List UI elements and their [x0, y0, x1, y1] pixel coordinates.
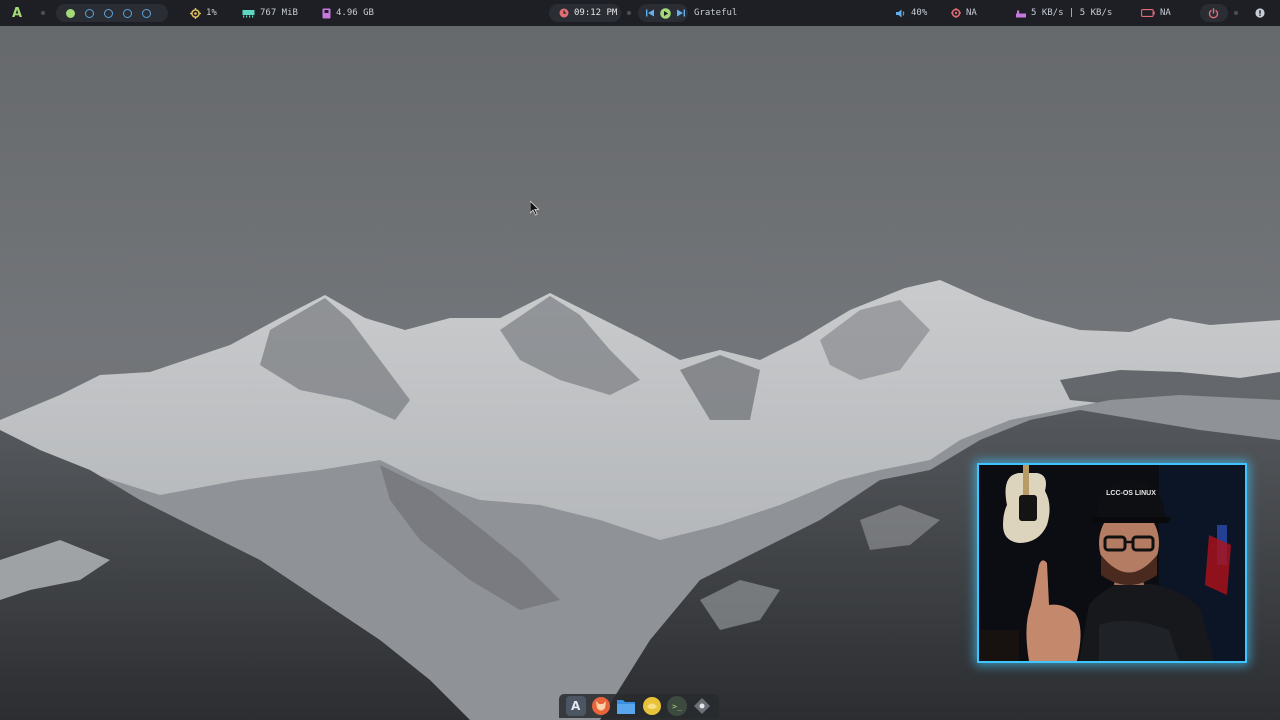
- top-panel: A 1% 767 MiB 4.96 GB 09:12 PM Grateful 4…: [0, 0, 1280, 26]
- network-speed-value: 5 KB/s | 5 KB/s: [1031, 8, 1113, 18]
- media-controls: [646, 0, 685, 26]
- separator-dot: [1234, 11, 1238, 15]
- battery-value: NA: [1160, 8, 1171, 18]
- cap-logo-text: LCC-OS LINUX: [1106, 490, 1156, 497]
- archcraft-logo-icon: A: [571, 699, 581, 713]
- folder-icon: [617, 700, 636, 714]
- disk-module[interactable]: 4.96 GB: [322, 0, 374, 26]
- presenter-video-feed: LCC-OS LINUX: [979, 465, 1245, 661]
- application-dock: A >_: [559, 694, 719, 718]
- memory-usage-value: 767 MiB: [260, 8, 298, 18]
- cpu-usage-value: 1%: [206, 8, 217, 18]
- archcraft-logo-icon: A: [12, 5, 23, 21]
- workspace-4-indicator[interactable]: [123, 8, 132, 18]
- volume-icon: [896, 9, 906, 18]
- firefox-icon: [591, 697, 610, 715]
- dock-app-settings[interactable]: [692, 696, 712, 716]
- tray-icon: [1255, 8, 1265, 18]
- next-track-icon[interactable]: [677, 9, 685, 17]
- dock-app-firefox[interactable]: [591, 696, 611, 716]
- volume-value: 40%: [911, 8, 928, 18]
- clock-time: 09:12 PM: [574, 8, 618, 18]
- network-icon: [951, 8, 961, 18]
- dock-app-terminal[interactable]: >_: [666, 696, 687, 716]
- media-track-title: Grateful: [694, 8, 738, 18]
- network-status-value: NA: [966, 8, 977, 18]
- media-title-module[interactable]: Grateful: [694, 0, 737, 26]
- workspace-5-indicator[interactable]: [142, 8, 151, 18]
- terminal-icon: >_: [672, 701, 682, 711]
- workspace-3-indicator[interactable]: [104, 8, 113, 18]
- network-module[interactable]: NA: [951, 0, 977, 26]
- settings-icon: [694, 698, 711, 714]
- app-yellow-icon: [642, 697, 661, 715]
- clock-module[interactable]: 09:12 PM: [559, 0, 617, 26]
- cpu-module[interactable]: 1%: [190, 0, 217, 26]
- mouse-cursor: [529, 200, 540, 220]
- memory-module[interactable]: 767 MiB: [242, 0, 298, 26]
- dock-app-launcher[interactable]: A: [565, 696, 586, 716]
- dock-app-yellow[interactable]: [642, 696, 662, 716]
- upload-icon: [1016, 9, 1026, 18]
- power-button[interactable]: [1208, 0, 1219, 26]
- play-icon[interactable]: [660, 7, 671, 19]
- memory-icon: [242, 9, 255, 18]
- volume-module[interactable]: 40%: [896, 0, 927, 26]
- battery-icon: [1141, 9, 1155, 17]
- separator-dot: [627, 11, 631, 15]
- workspace-1-indicator[interactable]: [66, 8, 75, 18]
- disk-usage-value: 4.96 GB: [336, 8, 374, 18]
- workspace-2-indicator[interactable]: [85, 8, 94, 18]
- system-tray-button[interactable]: [1255, 0, 1265, 26]
- battery-module[interactable]: NA: [1141, 0, 1171, 26]
- clock-icon: [559, 8, 569, 18]
- webcam-overlay: LCC-OS LINUX: [977, 463, 1247, 663]
- network-speed-module[interactable]: 5 KB/s | 5 KB/s: [1016, 0, 1112, 26]
- cpu-icon: [190, 7, 201, 19]
- power-icon: [1208, 7, 1219, 19]
- launcher-button[interactable]: A: [12, 0, 22, 26]
- workspace-switcher: [66, 0, 151, 26]
- disk-icon: [322, 8, 331, 19]
- separator-dot: [41, 11, 45, 15]
- dock-app-file-manager[interactable]: [616, 696, 636, 716]
- previous-track-icon[interactable]: [646, 9, 654, 17]
